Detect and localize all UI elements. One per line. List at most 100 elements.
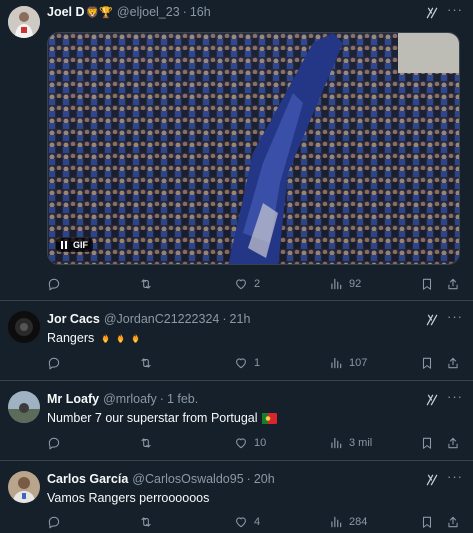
grok-icon[interactable] <box>425 473 439 487</box>
tweet[interactable]: Carlos García @CarlosOswaldo95 · 20h ···… <box>0 461 473 533</box>
gif-media[interactable]: GIF <box>47 32 460 265</box>
separator-dot: · <box>246 472 251 486</box>
more-options-icon[interactable]: ··· <box>447 389 463 404</box>
like-button[interactable]: 1 <box>234 356 260 370</box>
share-button[interactable] <box>446 277 460 291</box>
retweet-icon <box>139 436 153 450</box>
action-bar: 1 107 <box>47 356 460 372</box>
timestamp[interactable]: 21h <box>230 312 251 326</box>
tweet-header: Jor Cacs @JordanC21222324 · 21h <box>47 312 250 326</box>
gif-badge[interactable]: GIF <box>56 238 93 252</box>
grok-icon[interactable] <box>425 393 439 407</box>
grok-icon[interactable] <box>425 313 439 327</box>
tweet-text: Rangers <box>47 331 142 345</box>
display-name[interactable]: Jor Cacs <box>47 312 100 326</box>
user-handle[interactable]: @mrloafy <box>103 392 157 406</box>
views-button[interactable]: 3 mil <box>329 436 372 450</box>
user-handle[interactable]: @CarlosOswaldo95 <box>132 472 243 486</box>
view-count: 92 <box>349 278 362 290</box>
bookmark-icon <box>420 356 434 370</box>
tweet[interactable]: Joel D 🦁 🏆 @eljoel_23 · 16h ··· GIF 2 92 <box>0 0 473 301</box>
views-icon <box>329 277 343 291</box>
reply-icon <box>47 356 61 370</box>
more-options-icon[interactable]: ··· <box>447 469 463 484</box>
reply-button[interactable] <box>47 277 67 291</box>
avatar[interactable] <box>8 391 40 423</box>
heart-icon <box>234 515 248 529</box>
retweet-icon <box>139 356 153 370</box>
avatar-image <box>8 6 40 38</box>
reply-button[interactable] <box>47 356 67 370</box>
user-handle[interactable]: @JordanC21222324 <box>104 312 220 326</box>
avatar-image <box>8 391 40 423</box>
like-button[interactable]: 4 <box>234 515 260 529</box>
display-name[interactable]: Joel D <box>47 5 85 19</box>
avatar[interactable] <box>8 311 40 343</box>
reply-icon <box>47 436 61 450</box>
reply-button[interactable] <box>47 436 67 450</box>
avatar[interactable] <box>8 6 40 38</box>
fire-emoji <box>99 332 112 345</box>
timestamp[interactable]: 20h <box>254 472 275 486</box>
tweet-header: Carlos García @CarlosOswaldo95 · 20h <box>47 472 275 486</box>
stadium-crowd-image <box>48 33 459 264</box>
view-count: 107 <box>349 357 368 369</box>
lion-emoji: 🦁 <box>85 6 100 19</box>
like-count: 2 <box>254 278 261 290</box>
retweet-button[interactable] <box>139 356 159 370</box>
heart-icon <box>234 277 248 291</box>
tweet[interactable]: Jor Cacs @JordanC21222324 · 21h ··· Rang… <box>0 301 473 381</box>
views-button[interactable]: 284 <box>329 515 367 529</box>
like-button[interactable]: 10 <box>234 436 266 450</box>
more-options-icon[interactable]: ··· <box>447 309 463 324</box>
pause-icon[interactable] <box>61 241 67 249</box>
bookmark-button[interactable] <box>420 515 434 529</box>
tweet-text: Vamos Rangers perroooooos <box>47 491 210 505</box>
share-icon <box>446 436 460 450</box>
avatar[interactable] <box>8 471 40 503</box>
retweet-icon <box>139 277 153 291</box>
retweet-icon <box>139 515 153 529</box>
bookmark-button[interactable] <box>420 356 434 370</box>
gif-label: GIF <box>73 240 88 250</box>
retweet-button[interactable] <box>139 515 159 529</box>
more-options-icon[interactable]: ··· <box>447 2 463 17</box>
like-count: 4 <box>254 516 261 528</box>
tweet-header: Mr Loafy @mrloafy · 1 feb. <box>47 392 198 406</box>
views-button[interactable]: 92 <box>329 277 361 291</box>
bookmark-button[interactable] <box>420 277 434 291</box>
bookmark-icon <box>420 436 434 450</box>
grok-icon[interactable] <box>425 6 439 20</box>
avatar-image <box>8 311 40 343</box>
views-button[interactable]: 107 <box>329 356 367 370</box>
action-bar: 2 92 <box>47 277 460 293</box>
avatar-image <box>8 471 40 503</box>
bookmark-button[interactable] <box>420 436 434 450</box>
retweet-button[interactable] <box>139 277 159 291</box>
retweet-button[interactable] <box>139 436 159 450</box>
like-button[interactable]: 2 <box>234 277 260 291</box>
share-button[interactable] <box>446 436 460 450</box>
action-bar: 10 3 mil <box>47 436 460 452</box>
share-button[interactable] <box>446 356 460 370</box>
bookmark-icon <box>420 515 434 529</box>
share-icon <box>446 515 460 529</box>
display-name[interactable]: Carlos García <box>47 472 128 486</box>
heart-icon <box>234 436 248 450</box>
view-count: 3 mil <box>349 437 373 449</box>
user-handle[interactable]: @eljoel_23 <box>117 5 180 19</box>
tweet-text: Number 7 our superstar from Portugal <box>47 411 277 425</box>
reply-button[interactable] <box>47 515 67 529</box>
action-bar: 4 284 <box>47 515 460 531</box>
views-icon <box>329 515 343 529</box>
timestamp[interactable]: 16h <box>190 5 211 19</box>
bookmark-icon <box>420 277 434 291</box>
like-count: 10 <box>254 437 267 449</box>
share-button[interactable] <box>446 515 460 529</box>
trophy-emoji: 🏆 <box>99 6 113 19</box>
portugal-flag-emoji <box>261 412 277 424</box>
display-name[interactable]: Mr Loafy <box>47 392 99 406</box>
tweet[interactable]: Mr Loafy @mrloafy · 1 feb. ··· Number 7 … <box>0 381 473 461</box>
timestamp[interactable]: 1 feb. <box>167 392 198 406</box>
separator-dot: · <box>182 5 187 19</box>
